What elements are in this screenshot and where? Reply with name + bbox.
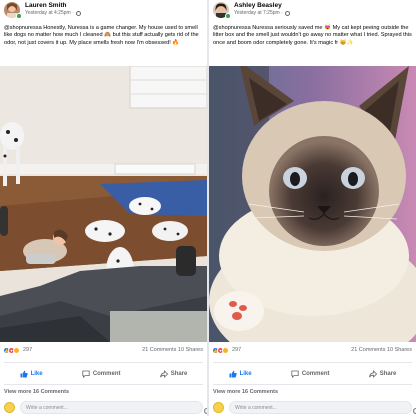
comment-icon (82, 370, 90, 378)
comment-label: Comment (92, 371, 121, 377)
share-icon (159, 370, 168, 378)
like-button[interactable]: Like (229, 370, 252, 378)
divider (4, 384, 203, 385)
comment-button[interactable]: Comment (82, 370, 121, 378)
online-indicator (225, 13, 231, 19)
post-photo[interactable] (0, 66, 207, 342)
post-time[interactable]: Yesterday at 7:25pm · (234, 10, 283, 16)
divider (213, 384, 412, 385)
comment-share-count[interactable]: 21 Comments 10 Shares (142, 347, 203, 353)
current-user-avatar (213, 402, 224, 413)
comment-share-count[interactable]: 21 Comments 10 Shares (351, 347, 412, 353)
thumbs-up-icon (229, 370, 237, 378)
comment-composer: Write a comment... (4, 401, 207, 414)
comment-placeholder: Write a comment... (235, 405, 277, 411)
reaction-summary[interactable]: 👍 ♥ 297 (212, 345, 241, 355)
comment-icon (291, 370, 299, 378)
reaction-count: 297 (232, 347, 242, 353)
post-ashley: Ashley Beasley Yesterday at 7:25pm · @sh… (209, 0, 416, 416)
globe-icon (75, 10, 81, 16)
like-label: Like (239, 371, 252, 377)
online-indicator (16, 13, 22, 19)
post-actions: Like Comment Share (209, 365, 416, 383)
post-header: Ashley Beasley Yesterday at 7:25pm · (213, 2, 413, 20)
reaction-count: 297 (23, 347, 33, 353)
view-more-comments[interactable]: View more 16 Comments (213, 389, 278, 395)
post-time[interactable]: Yesterday at 4:25pm · (25, 10, 74, 16)
post-meta: Yesterday at 7:25pm · (234, 10, 290, 16)
comment-label: Comment (301, 371, 330, 377)
divider (4, 362, 203, 363)
post-caption: @shopnuressa Honestly, Nuressa is a game… (4, 25, 199, 46)
comment-button[interactable]: Comment (291, 370, 330, 378)
view-more-comments[interactable]: View more 16 Comments (4, 389, 69, 395)
comment-input[interactable]: Write a comment... (229, 401, 416, 414)
share-button[interactable]: Share (368, 370, 397, 378)
comment-composer: Write a comment... (213, 401, 416, 414)
thumbs-up-icon (20, 370, 28, 378)
share-icon (368, 370, 377, 378)
post-caption: @shopnuressa Nuressa seriously saved me … (213, 25, 412, 46)
current-user-avatar (4, 402, 15, 413)
divider (213, 362, 412, 363)
comment-input[interactable]: Write a comment... (20, 401, 207, 414)
like-button[interactable]: Like (20, 370, 43, 378)
haha-reaction-icon (222, 346, 229, 354)
haha-reaction-icon (13, 346, 20, 354)
post-actions: Like Comment Share (0, 365, 207, 383)
post-meta: Yesterday at 4:25pm · (25, 10, 81, 16)
share-label: Share (379, 371, 397, 377)
post-lauren: Lauren Smith Yesterday at 4:25pm · @shop… (0, 0, 207, 416)
globe-icon (284, 10, 290, 16)
screenshot: Lauren Smith Yesterday at 4:25pm · @shop… (0, 0, 416, 416)
like-label: Like (30, 371, 43, 377)
post-header: Lauren Smith Yesterday at 4:25pm · (4, 2, 204, 20)
share-button[interactable]: Share (159, 370, 188, 378)
author-name[interactable]: Ashley Beasley (234, 2, 282, 9)
post-photo[interactable] (209, 66, 416, 342)
comment-placeholder: Write a comment... (26, 405, 68, 411)
author-name[interactable]: Lauren Smith (25, 2, 67, 9)
share-label: Share (170, 371, 188, 377)
reaction-summary[interactable]: 👍 ♥ 297 (3, 345, 32, 355)
